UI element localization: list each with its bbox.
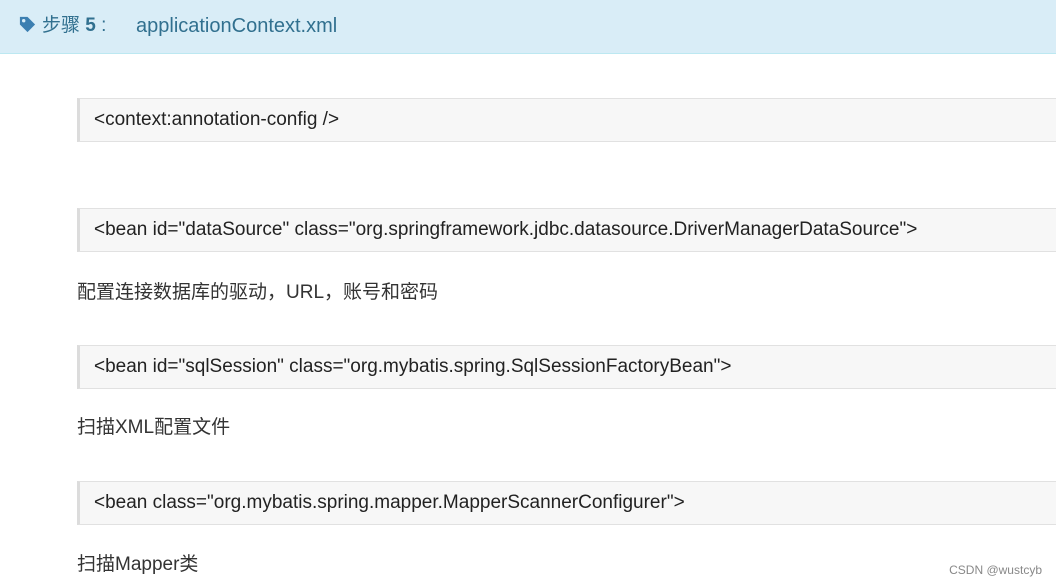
tag-icon: [19, 16, 36, 33]
step-label-prefix: 步骤: [42, 15, 81, 36]
code-block-annotation-config: <context:annotation-config />: [77, 98, 1056, 142]
code-block-mapper-scanner: <bean class="org.mybatis.spring.mapper.M…: [77, 481, 1056, 525]
step-title: applicationContext.xml: [136, 15, 338, 37]
code-block-datasource: <bean id="dataSource" class="org.springf…: [77, 208, 1056, 252]
watermark: CSDN @wustcyb: [949, 563, 1042, 577]
desc-datasource: 配置连接数据库的驱动，URL，账号和密码: [77, 282, 439, 303]
desc-mapper-scanner: 扫描Mapper类: [77, 554, 199, 575]
code-block-sqlsession: <bean id="sqlSession" class="org.mybatis…: [77, 345, 1056, 389]
step-header: 步骤 5 : applicationContext.xml: [0, 0, 1056, 54]
desc-sqlsession: 扫描XML配置文件: [77, 417, 231, 438]
step-number: 5: [85, 15, 96, 36]
step-label: 步骤 5 :: [42, 14, 106, 38]
step-label-suffix: :: [101, 15, 107, 36]
